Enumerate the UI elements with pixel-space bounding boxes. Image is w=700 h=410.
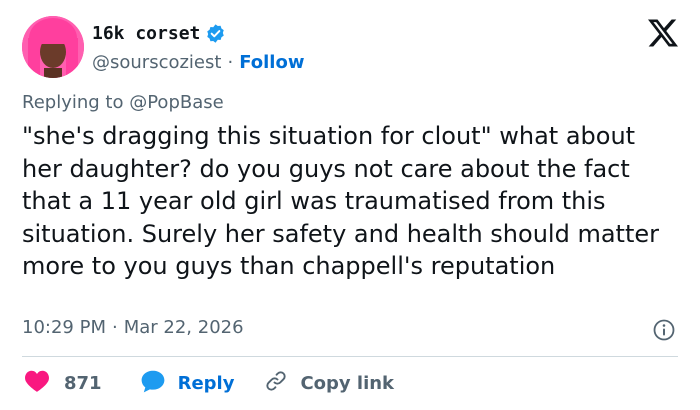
tweet-text: "she's dragging this situation for clout… [22,122,667,280]
like-count: 871 [64,372,102,394]
link-icon [264,369,288,398]
tweet-date: Mar 22, 2026 [123,317,244,338]
follow-button[interactable]: Follow [239,52,304,73]
info-icon[interactable] [652,318,676,342]
copy-link-button[interactable]: Copy link [264,369,394,398]
handle-row: @sourscoziest · Follow [92,52,304,73]
separator-dot: · [111,317,118,338]
divider [22,356,678,357]
display-name[interactable]: 16k corset [92,23,200,44]
reply-bubble-icon [140,369,166,398]
reply-mention-link[interactable]: @PopBase [129,92,223,113]
separator-dot: · [227,52,234,73]
avatar-image [22,16,84,78]
heart-icon [24,369,50,398]
tweet-card: 16k corset @sourscoziest · Follow Replyi… [0,0,700,410]
reply-label: Reply [177,372,235,394]
avatar[interactable] [22,16,84,78]
handle[interactable]: @sourscoziest [92,52,221,73]
verified-badge-icon [205,23,226,44]
reply-context: Replying to @PopBase [22,92,224,113]
reply-button[interactable]: Reply [140,369,235,398]
like-button[interactable]: 871 [24,369,102,398]
name-row: 16k corset [92,20,304,46]
tweet-time: 10:29 PM [22,317,106,338]
author-block: 16k corset @sourscoziest · Follow [92,20,304,74]
copy-link-label: Copy link [300,372,395,394]
action-bar: 871 Reply Copy link [24,368,394,398]
timestamp[interactable]: 10:29 PM · Mar 22, 2026 [22,317,244,338]
reply-context-prefix: Replying to [22,92,124,113]
x-logo-icon[interactable] [648,18,678,48]
